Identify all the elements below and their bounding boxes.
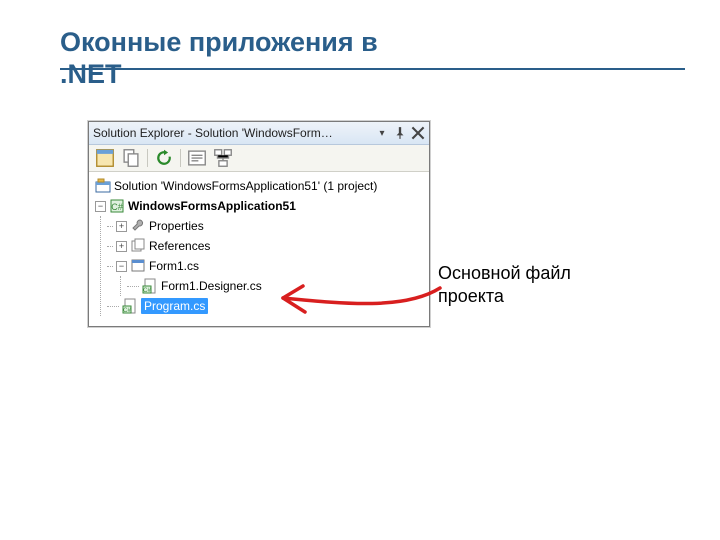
annotation-text: Основной файл проекта [438, 262, 638, 307]
properties-window-button[interactable] [93, 146, 117, 170]
form-icon [130, 258, 146, 274]
show-all-files-button[interactable] [119, 146, 143, 170]
close-icon[interactable] [411, 126, 425, 140]
expander-minus-icon[interactable]: − [95, 201, 106, 212]
tree-label-properties: Properties [149, 219, 204, 233]
wrench-icon [130, 218, 146, 234]
panel-titlebar: Solution Explorer - Solution 'WindowsFor… [89, 122, 429, 145]
tree-label-form1: Form1.cs [149, 259, 199, 273]
csharp-file-icon: C# [142, 278, 158, 294]
slide-title-line1: Оконные приложения в [60, 27, 378, 57]
refresh-button[interactable] [152, 146, 176, 170]
expander-plus-icon[interactable]: + [116, 241, 127, 252]
tree-node-form1[interactable]: − Form1.cs [101, 256, 425, 276]
tree-node-references[interactable]: + References [101, 236, 425, 256]
svg-text:C#: C# [111, 202, 123, 212]
slide-title-line2: .NET [60, 59, 122, 89]
solution-tree: Solution 'WindowsFormsApplication51' (1 … [89, 172, 429, 326]
svg-text:C#: C# [123, 308, 131, 314]
pin-icon[interactable] [393, 126, 407, 140]
view-code-button[interactable] [185, 146, 209, 170]
solution-icon [95, 178, 111, 194]
dropdown-icon[interactable]: ▾ [375, 126, 389, 140]
annotation-line1: Основной файл [438, 263, 571, 283]
panel-toolbar [89, 145, 429, 172]
tree-node-properties[interactable]: + Properties [101, 216, 425, 236]
slide-title: Оконные приложения в .NET [60, 26, 685, 91]
title-underline [60, 68, 685, 70]
csharp-project-icon: C# [109, 198, 125, 214]
tree-label-program: Program.cs [141, 298, 208, 314]
tree-node-form1-designer[interactable]: C# Form1.Designer.cs [121, 276, 425, 296]
tree-label-project: WindowsFormsApplication51 [128, 199, 296, 213]
toolbar-separator-2 [180, 149, 181, 167]
expander-minus-icon[interactable]: − [116, 261, 127, 272]
tree-label-solution: Solution 'WindowsFormsApplication51' (1 … [114, 179, 377, 193]
references-icon [130, 238, 146, 254]
tree-label-references: References [149, 239, 210, 253]
expander-plus-icon[interactable]: + [116, 221, 127, 232]
annotation-line2: проекта [438, 286, 504, 306]
svg-text:C#: C# [143, 288, 151, 294]
csharp-file-icon: C# [122, 298, 138, 314]
solution-explorer-panel: Solution Explorer - Solution 'WindowsFor… [88, 121, 430, 327]
slide-title-block: Оконные приложения в .NET [60, 26, 685, 91]
view-class-diagram-button[interactable] [211, 146, 235, 170]
tree-node-project[interactable]: − C# WindowsFormsApplication51 [93, 196, 425, 216]
tree-node-solution[interactable]: Solution 'WindowsFormsApplication51' (1 … [93, 176, 425, 196]
slide-root: { "slide": { "title_line1": "Оконные при… [0, 0, 720, 540]
tree-label-form1-designer: Form1.Designer.cs [161, 279, 262, 293]
toolbar-separator [147, 149, 148, 167]
tree-node-program[interactable]: C# Program.cs [101, 296, 425, 316]
panel-title: Solution Explorer - Solution 'WindowsFor… [93, 126, 371, 140]
